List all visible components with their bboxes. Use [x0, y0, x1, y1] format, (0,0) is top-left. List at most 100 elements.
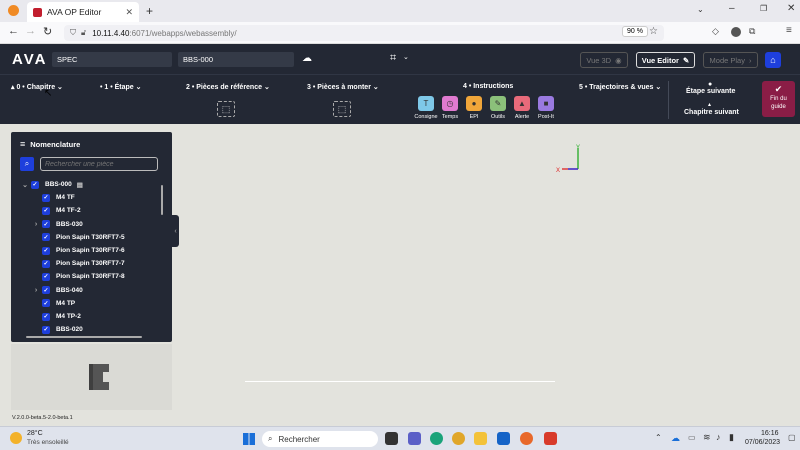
back-icon[interactable]: ← — [8, 25, 19, 37]
chrome-icon[interactable] — [452, 432, 465, 445]
bookmark-star-icon[interactable]: ☆ — [649, 26, 658, 37]
extensions-icon[interactable]: ⧉ — [749, 26, 755, 37]
nomenclature-tree: ⌄ ✓ BBS-000 ▤ ✓ M4 TF ✓ M4 TF-2 › ✓ BBS-030 ✓ Pion S… — [11, 178, 163, 336]
vue-editor-label: Vue Editor — [641, 55, 679, 65]
edge-icon[interactable] — [430, 432, 443, 445]
firefox-menu-icon[interactable] — [8, 5, 19, 16]
document-field[interactable]: BBS-000 — [178, 52, 294, 67]
notifications-icon[interactable]: ▢ — [788, 433, 796, 442]
list-menu-icon[interactable]: ≡ — [20, 139, 25, 149]
chevron-right-icon[interactable]: › — [31, 287, 41, 294]
visibility-checkbox[interactable]: ✓ — [42, 272, 50, 281]
tray-chevron-icon[interactable]: ⌃ — [655, 433, 662, 442]
zoom-level[interactable]: 90 % — [622, 26, 648, 37]
browser-tab[interactable]: AVA OP Editor ✕ — [27, 2, 139, 22]
volume-icon[interactable]: ♪ — [716, 432, 721, 442]
tree-item[interactable]: ✓ M4 TP — [31, 297, 75, 310]
step-chapitre[interactable]: ▴ 0 • Chapitre ⌄ — [11, 83, 63, 91]
spec-field[interactable]: SPEC — [52, 52, 172, 67]
visibility-checkbox[interactable]: ✓ — [42, 312, 50, 321]
maximize-icon[interactable]: ❐ — [760, 4, 767, 13]
scan-3d-icon[interactable]: ⌗ — [390, 52, 396, 65]
tree-hscrollbar[interactable] — [26, 336, 142, 338]
select-cursor-icon: ⬚ — [337, 103, 347, 114]
visibility-checkbox[interactable]: ✓ — [42, 220, 50, 229]
chevron-down-icon[interactable]: ⌄ — [20, 181, 30, 189]
visibility-checkbox[interactable]: ✓ — [42, 206, 50, 215]
collapse-panel-button[interactable]: ‹ — [172, 215, 179, 247]
home-button[interactable]: ⌂ — [765, 52, 781, 68]
tree-item[interactable]: › ✓ BBS-040 — [31, 284, 83, 297]
visibility-checkbox[interactable]: ✓ — [42, 299, 50, 308]
teams-icon[interactable] — [408, 432, 421, 445]
tree-item[interactable]: ✓ M4 TF-2 — [31, 204, 81, 217]
vue-3d-button[interactable]: Vue 3D ◉ — [580, 52, 628, 68]
step-pieces-ref[interactable]: 2 • Pièces de référence ⌄ — [186, 83, 270, 91]
pocket-icon[interactable]: ◇ — [712, 26, 719, 37]
pieces-ref-picker[interactable]: ⬚ — [217, 101, 235, 117]
mode-play-button[interactable]: Mode Play › — [703, 52, 758, 68]
visibility-checkbox[interactable]: ✓ — [31, 180, 39, 189]
cloud-icon[interactable]: ☁ — [302, 53, 312, 64]
clock-time[interactable]: 16:16 — [761, 430, 779, 437]
select-cursor-icon: ⬚ — [221, 103, 231, 114]
tree-item[interactable]: ✓ BBS-020 — [31, 323, 83, 336]
search-input[interactable] — [40, 157, 158, 171]
chevron-right-icon[interactable]: › — [31, 221, 41, 228]
new-tab-icon[interactable]: + — [146, 4, 153, 18]
fin-du-guide-button[interactable]: ✔ Fin du guide — [762, 81, 795, 117]
search-icon[interactable]: ⌕ — [20, 157, 34, 171]
firefox-icon[interactable] — [520, 432, 533, 445]
battery-icon[interactable]: ▮ — [729, 432, 734, 443]
windows-start-icon[interactable] — [243, 433, 255, 445]
wifi-icon[interactable]: ≋ — [703, 432, 711, 443]
weather-sun-icon[interactable] — [10, 432, 22, 444]
window-close-icon[interactable]: ✕ — [787, 3, 795, 14]
tree-item[interactable]: ⌄ ✓ BBS-000 ▤ — [20, 178, 83, 191]
check-icon: ✔ — [774, 84, 783, 94]
tree-item[interactable]: ✓ M4 TP-2 — [31, 310, 81, 323]
forward-icon[interactable]: → — [25, 25, 36, 37]
tab-close-icon[interactable]: ✕ — [125, 7, 133, 18]
taskbar-search[interactable]: ⌕ Rechercher — [262, 431, 378, 447]
menu-icon[interactable]: ≡ — [786, 25, 792, 36]
scan-dropdown-icon[interactable]: ⌄ — [403, 53, 409, 61]
tray-app-icon[interactable]: ▭ — [688, 433, 696, 442]
tree-item[interactable]: ✓ M4 TF — [31, 191, 75, 204]
account-icon[interactable] — [731, 27, 741, 37]
tree-item[interactable]: › ✓ BBS-030 — [31, 218, 83, 231]
chapitre-suivant-button[interactable]: Chapitre suivant — [684, 109, 739, 116]
tab-list-icon[interactable]: ⌄ — [697, 5, 704, 14]
tree-item[interactable]: ✓ Pion Sapin T30RFT7-5 — [31, 231, 125, 244]
step-pieces-monter[interactable]: 3 • Pièces à monter ⌄ — [307, 83, 379, 91]
tree-item-label: Pion Sapin T30RFT7-5 — [56, 233, 125, 241]
pieces-monter-picker[interactable]: ⬚ — [333, 101, 351, 117]
tree-item[interactable]: ✓ Pion Sapin T30RFT7-8 — [31, 270, 125, 283]
visibility-checkbox[interactable]: ✓ — [42, 246, 50, 255]
url-bar[interactable]: ⛉ 🔓︎ 10.11.4.40 :6071/webapps/webassembl… — [64, 25, 664, 41]
etape-suivante-button[interactable]: Étape suivante — [686, 88, 735, 95]
visibility-checkbox[interactable]: ✓ — [42, 259, 50, 268]
tree-item[interactable]: ✓ Pion Sapin T30RFT7-6 — [31, 244, 125, 257]
task-view-icon[interactable] — [385, 432, 398, 445]
visibility-checkbox[interactable]: ✓ — [42, 193, 50, 202]
visibility-checkbox[interactable]: ✓ — [42, 286, 50, 295]
tree-item[interactable]: ✓ Pion Sapin T30RFT7-7 — [31, 257, 125, 270]
tree-scrollbar[interactable] — [161, 185, 163, 215]
file-explorer-icon[interactable] — [474, 432, 487, 445]
step-etape[interactable]: • 1 • Étape ⌄ — [100, 83, 142, 91]
ava-app-icon[interactable] — [544, 432, 557, 445]
document-icon[interactable]: ▤ — [77, 181, 83, 189]
fin-du-guide-label: Fin du guide — [770, 96, 787, 110]
reload-icon[interactable]: ↻ — [43, 25, 52, 38]
vue-editor-button[interactable]: Vue Editor ✎ — [636, 52, 695, 68]
tree-item-label: BBS-030 — [56, 220, 83, 228]
visibility-checkbox[interactable]: ✓ — [42, 233, 50, 242]
minimize-icon[interactable]: – — [729, 3, 735, 14]
clock-date[interactable]: 07/06/2023 — [745, 439, 780, 446]
visibility-checkbox[interactable]: ✓ — [42, 325, 50, 334]
vue-3d-label: Vue 3D — [586, 55, 612, 65]
onedrive-icon[interactable]: ☁ — [671, 433, 680, 444]
outlook-icon[interactable] — [497, 432, 510, 445]
step-trajectoires[interactable]: 5 • Trajectoires & vues ⌄ — [579, 83, 661, 91]
